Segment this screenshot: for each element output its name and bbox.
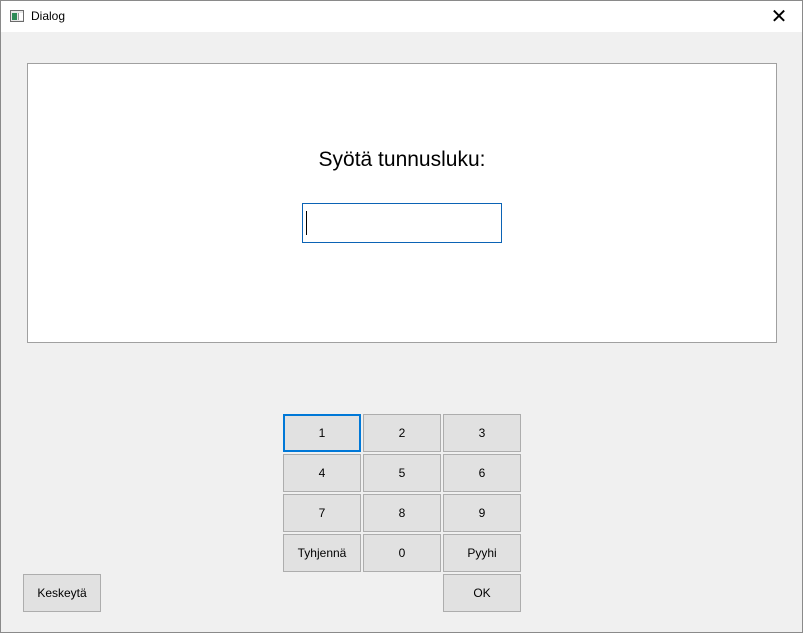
close-icon: ✕: [770, 6, 788, 28]
window-title: Dialog: [31, 9, 66, 23]
pin-prompt-label: Syötä tunnusluku:: [318, 148, 486, 171]
text-caret: [306, 211, 307, 235]
keypad-button-8[interactable]: 8: [363, 494, 441, 532]
keypad-button-5[interactable]: 5: [363, 454, 441, 492]
pin-entry-panel: Syötä tunnusluku:: [27, 63, 777, 343]
keypad-button-4[interactable]: 4: [283, 454, 361, 492]
keypad-button-1[interactable]: 1: [283, 414, 361, 452]
keypad-button-3[interactable]: 3: [443, 414, 521, 452]
title-bar: Dialog ✕: [1, 1, 802, 32]
keypad-button-7[interactable]: 7: [283, 494, 361, 532]
close-button[interactable]: ✕: [756, 1, 802, 32]
pin-input[interactable]: [302, 203, 502, 243]
ok-button[interactable]: OK: [443, 574, 521, 612]
keypad-button-6[interactable]: 6: [443, 454, 521, 492]
keypad-button-9[interactable]: 9: [443, 494, 521, 532]
cancel-button[interactable]: Keskeytä: [23, 574, 101, 612]
backspace-button[interactable]: Pyyhi: [443, 534, 521, 572]
clear-button[interactable]: Tyhjennä: [283, 534, 361, 572]
keypad-button-2[interactable]: 2: [363, 414, 441, 452]
dialog-window: Dialog ✕ Syötä tunnusluku: 1 2 3 4 5 6 7…: [0, 0, 803, 633]
app-icon: [10, 10, 24, 22]
keypad-button-0[interactable]: 0: [363, 534, 441, 572]
